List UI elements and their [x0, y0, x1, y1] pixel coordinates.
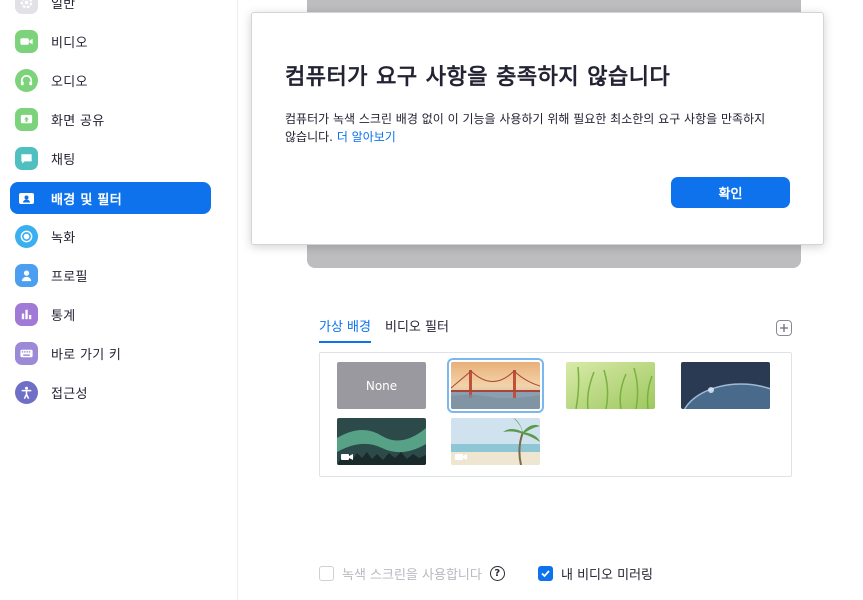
sidebar-item-recording[interactable]: 녹화: [10, 220, 211, 252]
sidebar-item-label: 배경 및 필터: [51, 192, 122, 208]
sidebar-item-background-filters[interactable]: 배경 및 필터: [10, 182, 211, 214]
dialog-message: 컴퓨터가 녹색 스크린 배경 없이 이 기능을 사용하기 위해 필요한 최소한의…: [285, 110, 775, 146]
video-badge-icon: [455, 454, 467, 460]
tab-video-filters[interactable]: 비디오 필터: [385, 316, 449, 343]
accessibility-icon: [15, 380, 38, 404]
plus-icon: [780, 324, 788, 332]
sidebar-item-audio[interactable]: 오디오: [10, 64, 211, 96]
add-background-button[interactable]: [776, 320, 792, 336]
grass-image: [566, 362, 655, 409]
requirements-dialog: 컴퓨터가 요구 사항을 충족하지 않습니다 컴퓨터가 녹색 스크린 배경 없이 …: [251, 12, 824, 245]
record-icon: [15, 224, 38, 248]
background-beach-palm[interactable]: [451, 418, 540, 465]
sidebar-item-profile[interactable]: 프로필: [10, 259, 211, 291]
sidebar-item-label: 일반: [51, 0, 76, 12]
video-badge-icon: [341, 454, 353, 460]
green-screen-label: 녹색 스크린을 사용합니다: [342, 568, 482, 583]
sidebar-item-statistics[interactable]: 통계: [10, 298, 211, 330]
keyboard-icon: [15, 341, 38, 365]
sidebar-item-accessibility[interactable]: 접근성: [10, 376, 211, 408]
green-screen-option: 녹색 스크린을 사용합니다 ?: [319, 564, 505, 583]
background-gallery: None: [319, 352, 792, 477]
earth-space-image: [681, 362, 770, 409]
settings-sidebar: 일반 비디오 오디오 화면 공유 채팅 배경 및 필터 녹화 프로필 통계 바로…: [0, 0, 238, 600]
sidebar-item-share-screen[interactable]: 화면 공유: [10, 103, 211, 135]
learn-more-link[interactable]: 더 알아보기: [337, 130, 396, 144]
help-icon[interactable]: ?: [489, 566, 505, 581]
green-screen-checkbox[interactable]: [319, 566, 334, 581]
sidebar-item-label: 녹화: [51, 230, 76, 246]
mirror-video-label: 내 비디오 미러링: [561, 568, 653, 583]
sidebar-item-video[interactable]: 비디오: [10, 25, 211, 57]
video-camera-icon: [15, 29, 38, 53]
tab-virtual-background[interactable]: 가상 배경: [319, 316, 371, 343]
ok-button[interactable]: 확인: [671, 177, 790, 208]
dialog-title: 컴퓨터가 요구 사항을 충족하지 않습니다: [285, 65, 671, 90]
contact-card-icon: [15, 187, 38, 210]
share-screen-icon: [15, 107, 38, 131]
background-none[interactable]: None: [337, 362, 426, 409]
headphones-icon: [15, 68, 38, 92]
profile-icon: [15, 263, 38, 287]
sidebar-item-label: 통계: [51, 308, 76, 324]
sidebar-item-label: 채팅: [51, 152, 76, 168]
mirror-video-checkbox[interactable]: [538, 566, 553, 581]
mirror-video-option: 내 비디오 미러링: [538, 564, 653, 583]
gear-icon: [15, 0, 38, 14]
background-golden-gate-bridge[interactable]: [447, 358, 544, 413]
sidebar-item-general[interactable]: 일반: [10, 0, 211, 18]
chat-bubble-icon: [15, 146, 38, 170]
sidebar-item-label: 비디오: [51, 35, 88, 51]
background-tabs: 가상 배경 비디오 필터: [319, 316, 449, 343]
sidebar-item-keyboard-shortcuts[interactable]: 바로 가기 키: [10, 337, 211, 369]
sidebar-item-label: 접근성: [51, 386, 88, 402]
background-earth-from-space[interactable]: [681, 362, 770, 409]
sidebar-item-chat[interactable]: 채팅: [10, 142, 211, 174]
sidebar-item-label: 바로 가기 키: [51, 347, 122, 363]
sidebar-item-label: 프로필: [51, 269, 88, 285]
golden-gate-bridge-image: [451, 362, 540, 409]
background-grass[interactable]: [566, 362, 655, 409]
checkmark-icon: [541, 570, 550, 578]
bar-chart-icon: [15, 302, 38, 326]
background-aurora[interactable]: [337, 418, 426, 465]
background-none-label: None: [365, 378, 398, 393]
sidebar-item-label: 오디오: [51, 74, 88, 90]
sidebar-item-label: 화면 공유: [51, 113, 105, 129]
